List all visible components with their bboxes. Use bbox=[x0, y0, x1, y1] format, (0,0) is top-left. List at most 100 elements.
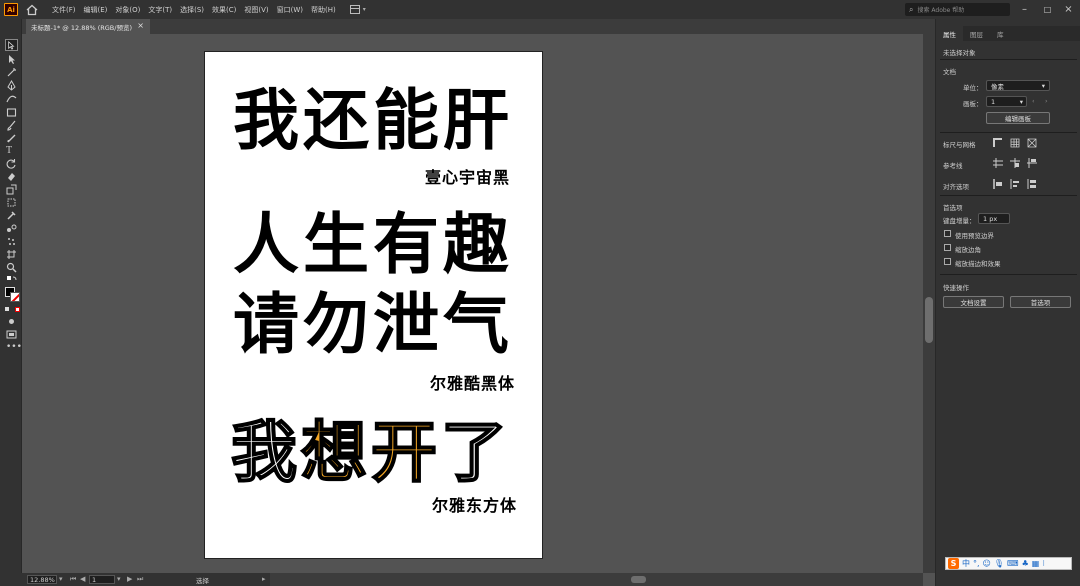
next-artboard-icon[interactable]: ▶ bbox=[127, 575, 132, 583]
preferences-section-title: 首选项 bbox=[943, 204, 963, 212]
menu-select[interactable]: 选择(S) bbox=[180, 5, 204, 15]
direct-selection-tool-icon[interactable] bbox=[6, 54, 17, 65]
free-transform-tool-icon[interactable] bbox=[6, 197, 17, 208]
headline-1[interactable]: 我还能肝 bbox=[233, 88, 513, 154]
pen-tool-icon[interactable] bbox=[6, 80, 17, 91]
horizontal-scrollbar[interactable] bbox=[270, 573, 923, 586]
last-artboard-icon[interactable]: ⏭ bbox=[137, 575, 143, 584]
lock-guides-icon[interactable] bbox=[1010, 158, 1020, 168]
first-artboard-icon[interactable]: ⏮ bbox=[70, 575, 76, 584]
document-tab[interactable]: 未标题-1* @ 12.88% (RGB/预览) × bbox=[26, 19, 150, 34]
emoji-icon[interactable]: ☺ bbox=[983, 559, 991, 568]
screen-mode-icon[interactable] bbox=[6, 329, 17, 340]
scale-corners-checkbox[interactable] bbox=[944, 244, 951, 251]
artboard[interactable]: 我还能肝 壹心宇宙黑 人生有趣 请勿泄气 尔雅酷黑体 我想开了 尔雅东方体 bbox=[204, 51, 543, 559]
home-icon[interactable] bbox=[26, 4, 38, 16]
menu-file[interactable]: 文件(F) bbox=[52, 5, 76, 15]
document-setup-button[interactable]: 文档设置 bbox=[943, 296, 1004, 308]
zoom-tool-icon[interactable] bbox=[6, 262, 17, 273]
ruler-icon[interactable] bbox=[993, 138, 1003, 148]
type-tool-icon[interactable]: T bbox=[6, 145, 17, 156]
align-to-artboard-icon[interactable] bbox=[1027, 179, 1037, 189]
menu-object[interactable]: 对象(O) bbox=[115, 5, 140, 15]
align-options-label: 对齐选项 bbox=[943, 183, 969, 191]
menu-window[interactable]: 窗口(W) bbox=[277, 5, 303, 15]
swap-colors-icon[interactable] bbox=[6, 275, 17, 286]
menu-view[interactable]: 视图(V) bbox=[244, 5, 268, 15]
rectangle-tool-icon[interactable] bbox=[6, 107, 17, 118]
rotate-tool-icon[interactable] bbox=[6, 158, 17, 169]
artboard-number-field[interactable]: 1 bbox=[89, 575, 115, 584]
search-input[interactable]: ⌕ 搜索 Adobe 帮助 bbox=[905, 3, 1010, 16]
headline-3[interactable]: 请勿泄气 bbox=[233, 292, 513, 358]
ime-toolbar[interactable]: S 中 °, ☺ 🎙 ⌨ ♣ ▦ ⁝ bbox=[945, 557, 1072, 570]
show-guides-icon[interactable] bbox=[993, 158, 1003, 168]
symbol-sprayer-tool-icon[interactable] bbox=[6, 236, 17, 247]
unit-select[interactable]: 像素 ▾ bbox=[986, 80, 1050, 91]
edit-artboards-button[interactable]: 编辑画板 bbox=[986, 112, 1050, 124]
align-to-key-object-icon[interactable] bbox=[1010, 179, 1020, 189]
close-window-button[interactable]: × bbox=[1057, 0, 1080, 19]
zoom-dropdown-icon[interactable]: ▾ bbox=[59, 575, 63, 583]
tab-libraries[interactable]: 库 bbox=[990, 26, 1011, 41]
grid-icon[interactable] bbox=[1010, 138, 1020, 148]
vertical-scroll-thumb[interactable] bbox=[925, 297, 933, 343]
menu-type[interactable]: 文字(T) bbox=[148, 5, 172, 15]
toolbox-icon[interactable]: ▦ bbox=[1032, 559, 1040, 568]
keyboard-increment-input[interactable]: 1 px bbox=[978, 213, 1010, 224]
preferences-button[interactable]: 首选项 bbox=[1010, 296, 1071, 308]
maximize-button[interactable]: □ bbox=[1036, 0, 1059, 19]
smart-guides-icon[interactable] bbox=[1027, 158, 1037, 168]
tab-properties[interactable]: 属性 bbox=[936, 26, 963, 41]
font-caption-3[interactable]: 尔雅东方体 bbox=[432, 498, 517, 514]
magic-wand-tool-icon[interactable] bbox=[6, 67, 17, 78]
align-to-selection-icon[interactable] bbox=[993, 179, 1003, 189]
menu-edit[interactable]: 编辑(E) bbox=[84, 5, 108, 15]
font-caption-1[interactable]: 壹心宇宙黑 bbox=[425, 170, 510, 186]
previous-artboard-icon[interactable]: ‹ bbox=[1032, 97, 1035, 105]
paintbrush-tool-icon[interactable] bbox=[6, 120, 17, 131]
punctuation-icon[interactable]: °, bbox=[973, 559, 980, 568]
perspective-grid-icon[interactable] bbox=[1027, 138, 1037, 148]
selection-tool-icon[interactable] bbox=[5, 39, 18, 51]
skin-icon[interactable]: ♣ bbox=[1022, 559, 1029, 568]
vertical-scrollbar[interactable] bbox=[923, 34, 935, 573]
artboard-tool-icon[interactable] bbox=[6, 249, 17, 260]
previous-artboard-icon[interactable]: ◀ bbox=[80, 575, 85, 583]
draw-mode-icon[interactable] bbox=[6, 316, 17, 327]
minimize-button[interactable]: – bbox=[1013, 0, 1036, 19]
headline-2[interactable]: 人生有趣 bbox=[233, 212, 513, 278]
more-tools-icon[interactable]: ••• bbox=[6, 343, 22, 354]
ime-mode-label[interactable]: 中 bbox=[962, 558, 970, 569]
color-mode-icon[interactable] bbox=[5, 307, 9, 311]
scale-strokes-checkbox[interactable] bbox=[944, 258, 951, 265]
curvature-tool-icon[interactable] bbox=[6, 93, 17, 104]
none-mode-icon[interactable] bbox=[15, 307, 20, 312]
menu-effect[interactable]: 效果(C) bbox=[212, 5, 236, 15]
menu-help[interactable]: 帮助(H) bbox=[311, 5, 336, 15]
headline-4[interactable]: 我想开了 bbox=[230, 419, 511, 487]
keyboard-icon[interactable]: ⌨ bbox=[1007, 559, 1019, 568]
pencil-tool-icon[interactable] bbox=[6, 133, 17, 144]
artboard-select[interactable]: 1 ▾ bbox=[986, 96, 1027, 107]
tab-layers[interactable]: 图层 bbox=[963, 26, 990, 41]
use-preview-bounds-checkbox[interactable] bbox=[944, 230, 951, 237]
keyboard-increment-value: 1 px bbox=[983, 214, 998, 223]
more-icon[interactable]: ⁝ bbox=[1042, 559, 1045, 568]
artboard-dropdown-icon[interactable]: ▾ bbox=[117, 575, 121, 583]
scale-tool-icon[interactable] bbox=[6, 184, 17, 195]
stroke-color-swatch[interactable] bbox=[10, 292, 20, 302]
microphone-icon[interactable]: 🎙 bbox=[994, 559, 1004, 568]
app-logo: Ai bbox=[4, 3, 18, 16]
font-caption-2[interactable]: 尔雅酷黑体 bbox=[430, 376, 515, 392]
chevron-down-icon[interactable]: ▾ bbox=[363, 6, 366, 13]
next-artboard-icon[interactable]: › bbox=[1045, 97, 1048, 105]
close-icon[interactable]: × bbox=[137, 21, 144, 30]
eraser-tool-icon[interactable] bbox=[6, 171, 17, 182]
status-menu-icon[interactable]: ▸ bbox=[262, 575, 266, 583]
blend-tool-icon[interactable] bbox=[6, 223, 17, 234]
horizontal-scroll-thumb[interactable] bbox=[631, 576, 646, 583]
workspace-switcher-icon[interactable] bbox=[349, 5, 360, 14]
eyedropper-tool-icon[interactable] bbox=[6, 210, 17, 221]
zoom-level-field[interactable]: 12.88% bbox=[27, 575, 57, 584]
